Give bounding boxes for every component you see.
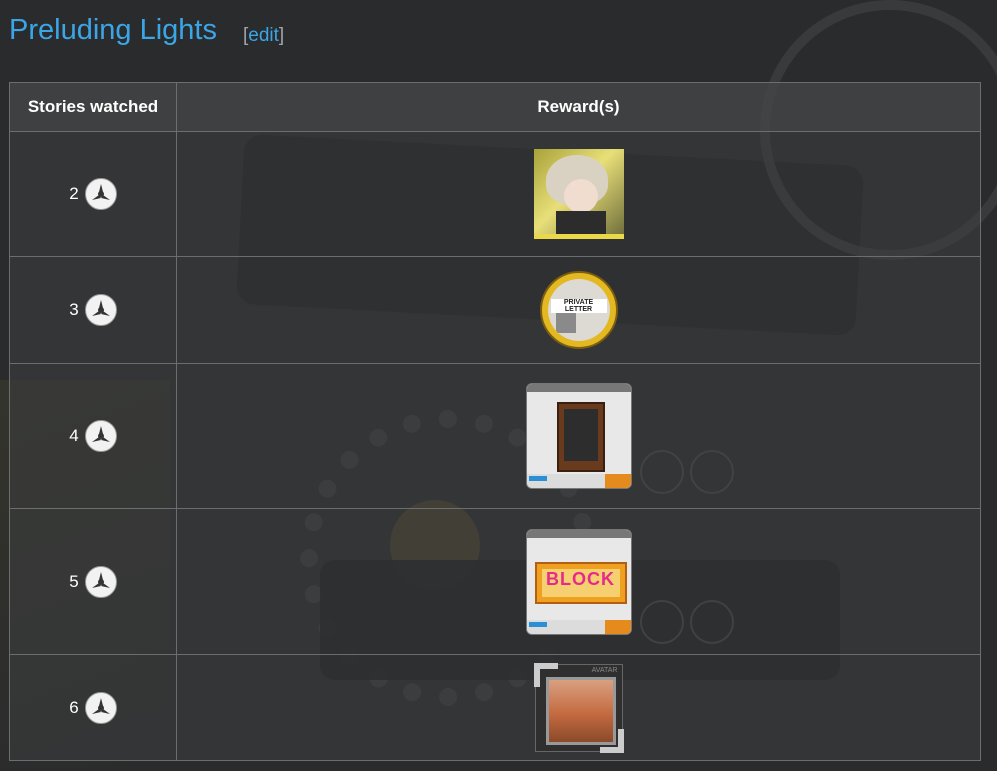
story-icon: [84, 294, 117, 326]
story-icon: [84, 178, 117, 210]
story-icon: [84, 565, 117, 598]
table-row: 6 AVATAR: [9, 654, 981, 761]
stories-count: 6: [69, 697, 79, 717]
rewards-table: Stories watched Reward(s) 2 3 PRIVATE LE…: [9, 82, 981, 761]
story-icon: [84, 691, 117, 724]
block-sign-text: BLOCK: [546, 568, 615, 589]
block-sign-furniture-card-icon[interactable]: BLOCK: [525, 528, 632, 635]
coin-label: PRIVATE LETTER: [550, 299, 607, 313]
reward-cell: [176, 363, 981, 509]
header-stories-watched: Stories watched: [9, 82, 177, 132]
stories-count-cell: 6: [9, 654, 177, 761]
edit-link-group: [edit]: [243, 25, 284, 47]
stories-count: 2: [69, 184, 79, 203]
stories-count: 4: [69, 426, 79, 445]
reward-cell: AVATAR: [176, 654, 981, 761]
avatar-frame-icon[interactable]: AVATAR: [533, 662, 624, 753]
reward-cell: [176, 131, 981, 257]
table-row: 4: [9, 363, 981, 509]
stories-count-cell: 2: [9, 131, 177, 257]
table-row: 3 PRIVATE LETTER: [9, 256, 981, 364]
page-title: Preluding Lights: [9, 14, 217, 46]
story-icon: [84, 420, 117, 452]
stories-count-cell: 3: [9, 256, 177, 364]
header-rewards: Reward(s): [176, 82, 981, 132]
stories-count: 5: [69, 571, 79, 591]
stories-count-cell: 4: [9, 363, 177, 509]
reward-cell: BLOCK: [176, 508, 981, 655]
avatar-tag: AVATAR: [591, 666, 618, 674]
private-letter-medal-icon[interactable]: PRIVATE LETTER: [539, 271, 618, 349]
stories-count: 3: [69, 300, 79, 319]
table-row: 2: [9, 131, 981, 257]
stories-count-cell: 5: [9, 508, 177, 655]
table-header-row: Stories watched Reward(s): [9, 82, 981, 132]
furniture-cabinet-card-icon[interactable]: [525, 383, 632, 489]
table-row: 5 BLOCK: [9, 508, 981, 655]
edit-link[interactable]: edit: [248, 25, 279, 46]
operator-portrait-icon[interactable]: [533, 149, 624, 239]
edit-bracket-close: ]: [278, 25, 285, 46]
reward-cell: PRIVATE LETTER: [176, 256, 981, 364]
